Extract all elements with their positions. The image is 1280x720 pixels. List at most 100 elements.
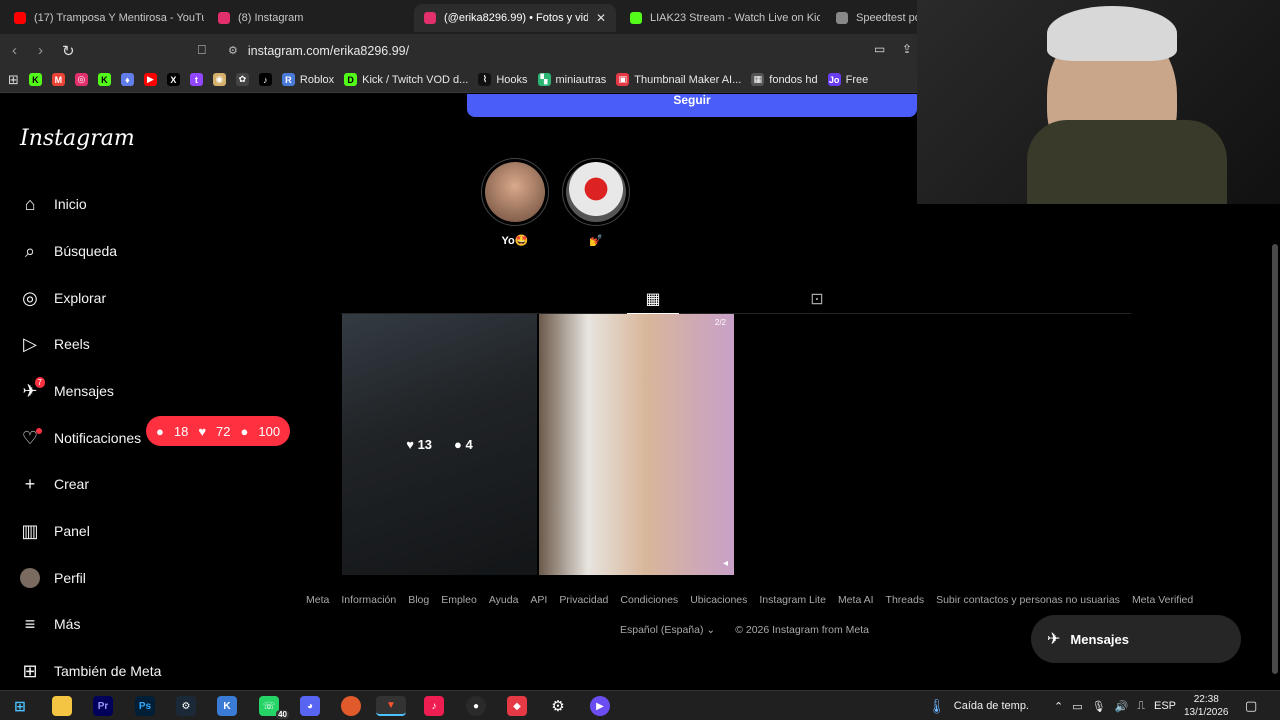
back-icon[interactable]: ‹ — [12, 42, 17, 59]
footer-link[interactable]: Ayuda — [489, 594, 519, 606]
premiere-icon[interactable]: Pr — [93, 696, 113, 716]
browser-tab-profile[interactable]: (@erika8296.99) • Fotos y videos ✕ — [414, 4, 616, 32]
language-select[interactable]: Español (España) ⌄ — [620, 624, 715, 636]
bookmark-item[interactable]: ◎ — [74, 73, 88, 86]
bookmark-item[interactable]: X — [166, 73, 180, 86]
url-field[interactable]: ⚙ instagram.com/erika8296.99/ — [228, 38, 928, 63]
bookmark-item[interactable]: ◉ — [212, 73, 226, 86]
nav-busqueda[interactable]: ⌕ Búsqueda — [20, 241, 117, 261]
bookmark-item[interactable]: t — [189, 73, 203, 86]
free-icon: Jo — [827, 73, 841, 86]
bookmark-thumbnail-maker[interactable]: ▣ Thumbnail Maker AI... — [616, 73, 741, 86]
nav-notificaciones[interactable]: ♡ Notificaciones — [20, 428, 141, 448]
apps-grid-icon[interactable]: ⊞ — [8, 72, 19, 88]
app-icon[interactable]: ◆ — [507, 696, 527, 716]
tagged-icon[interactable]: ⊡ — [791, 284, 843, 314]
device-icon[interactable]: ▭ — [1072, 700, 1082, 713]
app-icon[interactable]: K — [217, 696, 237, 716]
nav-panel[interactable]: ▥ Panel — [20, 521, 89, 541]
instagram-icon — [424, 12, 436, 24]
close-tab-icon[interactable]: ✕ — [596, 11, 606, 25]
tiktok-icon[interactable]: ♪ — [424, 696, 444, 716]
bookmark-item[interactable]: M — [51, 73, 65, 86]
post-thumbnail[interactable]: ♥ 13 ● 4 — [342, 314, 537, 575]
photoshop-icon[interactable]: Ps — [135, 696, 155, 716]
nav-label: Notificaciones — [54, 430, 142, 446]
steam-icon[interactable]: ⚙ — [176, 696, 196, 716]
footer-link[interactable]: Meta Verified — [1132, 594, 1193, 606]
footer-link[interactable]: Meta AI — [838, 594, 874, 606]
story-highlight[interactable]: Yo🤩 — [481, 158, 549, 247]
bookmark-hooks[interactable]: ⌇ Hooks — [478, 73, 528, 86]
nav-meta[interactable]: ⊞ También de Meta — [20, 661, 161, 681]
messages-floating-button[interactable]: ✈ Mensajes — [1031, 615, 1241, 663]
file-explorer-icon[interactable] — [52, 696, 72, 716]
footer-link[interactable]: Subir contactos y personas no usuarias — [936, 594, 1120, 606]
site-settings-icon[interactable]: ⚙ — [228, 44, 238, 57]
instagram-logo[interactable]: Instagram — [20, 126, 135, 151]
nav-mensajes[interactable]: ✈ 7 Mensajes — [20, 377, 114, 401]
notification-summary-pill[interactable]: ● 18 ♥ 72 ● 100 — [146, 416, 291, 446]
nav-explorar[interactable]: ◎ Explorar — [20, 288, 106, 308]
browser-tab-speedtest[interactable]: Speedtest por — [826, 4, 921, 32]
windows-start-icon[interactable]: ⊞ — [10, 696, 30, 716]
notification-center-icon[interactable]: ▢ — [1245, 691, 1257, 720]
forward-icon[interactable]: › — [38, 42, 43, 59]
nav-mas[interactable]: ≡ Más — [20, 614, 81, 634]
footer-link[interactable]: Meta — [306, 594, 329, 606]
footer-link[interactable]: Condiciones — [620, 594, 678, 606]
browser-tab-instagram[interactable]: (8) Instagram — [208, 4, 408, 32]
nav-reels[interactable]: ▷ Reels — [20, 334, 90, 354]
whatsapp-icon[interactable]: ☏ 40 — [259, 696, 289, 719]
bookmark-item[interactable]: K — [97, 73, 111, 86]
footer-link[interactable]: Instagram Lite — [759, 594, 826, 606]
footer-link[interactable]: API — [530, 594, 547, 606]
nav-crear[interactable]: + Crear — [20, 474, 89, 494]
obs-icon[interactable]: ● — [466, 696, 486, 716]
footer-link[interactable]: Threads — [886, 594, 925, 606]
footer-link[interactable]: Ubicaciones — [690, 594, 747, 606]
network-icon[interactable]: ⎍ — [1137, 700, 1145, 713]
nav-inicio[interactable]: ⌂ Inicio — [20, 194, 87, 214]
clock[interactable]: 22:38 13/1/2026 — [1184, 691, 1229, 720]
bookmark-item[interactable]: ▶ — [143, 73, 157, 86]
comments-count: 18 — [173, 423, 189, 439]
media-player-icon[interactable]: ▶ — [590, 696, 610, 716]
share-icon[interactable]: ⇪ — [902, 42, 912, 56]
post-thumbnail[interactable]: 2/2 ◂ — [539, 314, 734, 575]
follow-button[interactable]: Seguir — [467, 94, 917, 117]
cast-icon[interactable]: ▭ — [874, 42, 885, 56]
bookmark-fondos[interactable]: ▦ fondos hd — [751, 73, 818, 86]
bookmark-icon[interactable]: ⎕ — [198, 42, 206, 58]
bookmark-free[interactable]: Jo Free — [827, 73, 868, 86]
footer-link[interactable]: Blog — [408, 594, 429, 606]
browser-tab-kick[interactable]: LIAK23 Stream - Watch Live on Kick — [620, 4, 820, 32]
footer-link[interactable]: Privacidad — [559, 594, 608, 606]
browser-tab-youtube[interactable]: (17) Tramposa Y Mentirosa - YouTube — [4, 4, 204, 32]
weather-widget[interactable]: 🌡 Caída de temp. — [928, 691, 1029, 720]
bookmark-item[interactable]: ♪ — [258, 73, 272, 86]
nav-perfil[interactable]: Perfil — [20, 568, 86, 588]
reload-icon[interactable]: ↻ — [62, 42, 75, 60]
meta-icon: ⊞ — [22, 660, 38, 681]
page-scrollbar[interactable] — [1272, 244, 1278, 674]
messages-icon: ✈ 7 — [20, 377, 45, 401]
bookmark-item[interactable]: ♦ — [120, 73, 134, 86]
volume-icon[interactable]: 🔊 — [1115, 700, 1129, 713]
microphone-icon[interactable]: 🎙 — [1092, 700, 1106, 713]
game-icon[interactable] — [341, 696, 361, 716]
story-highlight[interactable]: 💅 — [562, 158, 630, 247]
bookmark-miniautras[interactable]: ▚ miniautras — [537, 73, 606, 86]
bookmark-kick-vod[interactable]: D Kick / Twitch VOD d... — [344, 73, 468, 86]
settings-icon[interactable]: ⚙ — [548, 696, 568, 716]
bookmark-item[interactable]: ✿ — [235, 73, 249, 86]
language-indicator[interactable]: ESP — [1154, 700, 1176, 712]
footer-link[interactable]: Información — [341, 594, 396, 606]
posts-grid-icon[interactable]: ▦ — [627, 284, 679, 314]
chevron-up-icon[interactable]: ⌃ — [1054, 700, 1063, 713]
brave-icon[interactable]: ▼ — [376, 696, 406, 716]
bookmark-item[interactable]: K — [28, 73, 42, 86]
footer-link[interactable]: Empleo — [441, 594, 477, 606]
bookmark-roblox[interactable]: R Roblox — [281, 73, 334, 86]
discord-icon[interactable]: ◕ — [300, 696, 320, 716]
